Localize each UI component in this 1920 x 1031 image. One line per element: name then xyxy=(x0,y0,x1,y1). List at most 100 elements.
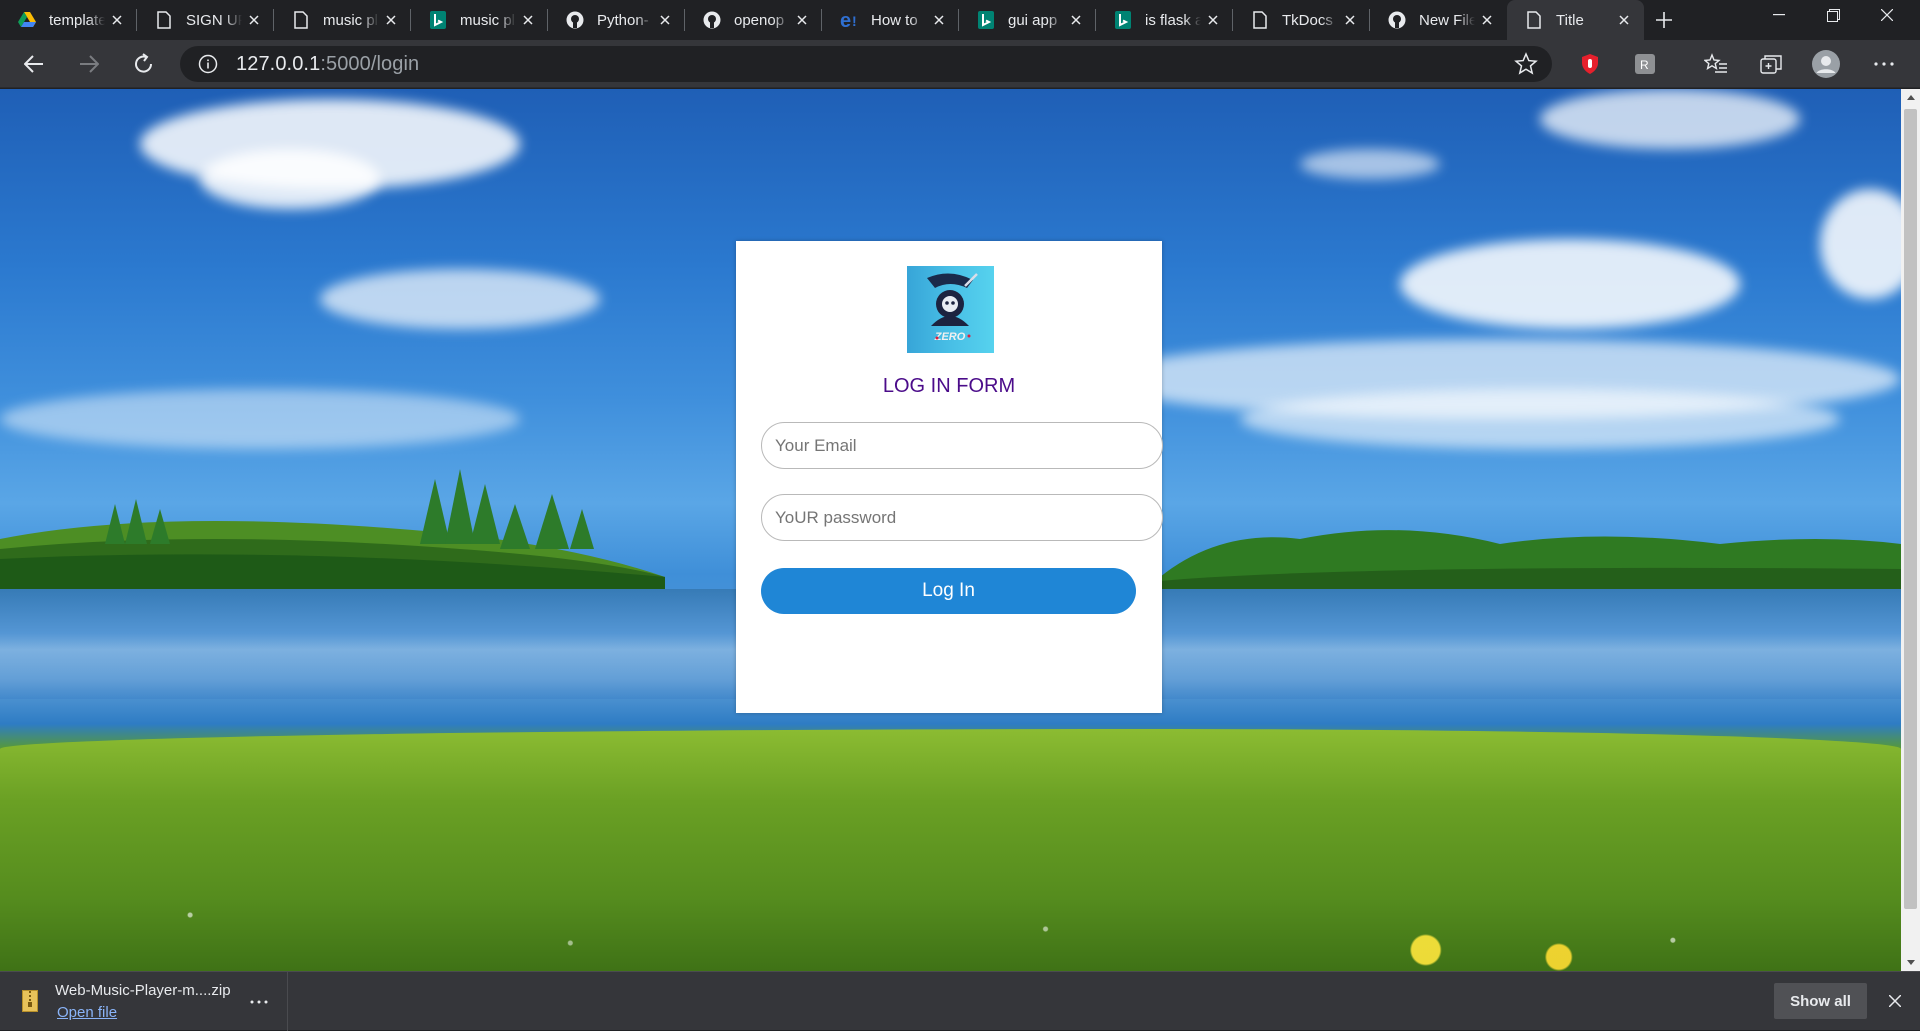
left-island xyxy=(0,469,665,589)
download-filename: Web-Music-Player-m....zip xyxy=(55,982,231,999)
page-icon xyxy=(155,11,173,29)
tab-4[interactable]: Python- xyxy=(548,0,685,40)
tab-title: music player xyxy=(460,11,516,29)
scrollbar-thumb[interactable] xyxy=(1904,109,1917,909)
page-icon xyxy=(1251,11,1269,29)
close-icon[interactable] xyxy=(105,8,129,32)
cloud xyxy=(1300,149,1440,179)
login-card: ZERO LOG IN FORM Log In xyxy=(736,241,1163,713)
form-title: LOG IN FORM xyxy=(882,375,1016,397)
back-button[interactable] xyxy=(18,48,50,80)
right-treeline xyxy=(1160,530,1901,589)
close-icon[interactable] xyxy=(1201,8,1225,32)
login-button[interactable]: Log In xyxy=(761,568,1136,614)
close-icon[interactable] xyxy=(1064,8,1088,32)
edge-icon: e! xyxy=(840,11,858,29)
page-scrollbar[interactable] xyxy=(1901,89,1920,971)
close-icon[interactable] xyxy=(379,8,403,32)
cloud xyxy=(1820,189,1901,299)
cloud xyxy=(200,149,380,209)
tab-0[interactable]: template xyxy=(0,0,137,40)
github-icon xyxy=(566,11,584,29)
close-icon[interactable] xyxy=(1338,8,1362,32)
browser-toolbar: 127.0.0.1:5000/login R xyxy=(0,40,1920,88)
cloud xyxy=(1400,239,1740,329)
google-drive-icon xyxy=(18,11,36,29)
email-field[interactable] xyxy=(761,422,1163,469)
tab-title: openop xyxy=(734,11,785,29)
tab-title: music player xyxy=(323,11,379,29)
logo: ZERO xyxy=(907,266,994,353)
cloud xyxy=(1540,89,1800,149)
github-icon xyxy=(703,11,721,29)
download-item[interactable]: Web-Music-Player-m....zip Open file xyxy=(0,972,288,1031)
show-all-button[interactable]: Show all xyxy=(1774,983,1867,1019)
tab-title: Python- xyxy=(597,11,649,29)
bookmark-star-icon[interactable] xyxy=(1514,52,1538,76)
restore-button[interactable] xyxy=(1802,0,1864,30)
tab-1[interactable]: SIGN UP xyxy=(137,0,274,40)
close-icon[interactable] xyxy=(516,8,540,32)
tab-active[interactable]: Title xyxy=(1507,0,1644,40)
minimize-button[interactable] xyxy=(1748,0,1810,30)
collections-icon[interactable] xyxy=(1755,48,1787,80)
close-window-button[interactable] xyxy=(1856,0,1918,30)
close-icon[interactable] xyxy=(790,8,814,32)
url-host: 127.0.0.1 xyxy=(236,52,321,75)
github-icon xyxy=(1388,11,1406,29)
tab-title: SIGN UP xyxy=(186,11,242,29)
bing-icon xyxy=(977,11,995,29)
profile-avatar[interactable] xyxy=(1810,48,1842,80)
svg-text:e: e xyxy=(840,11,851,29)
close-icon[interactable] xyxy=(927,8,951,32)
tab-8[interactable]: is flask a xyxy=(1096,0,1233,40)
bing-icon xyxy=(1114,11,1132,29)
refresh-button[interactable] xyxy=(128,48,160,80)
zip-file-icon xyxy=(22,990,38,1012)
scroll-up-arrow-icon[interactable] xyxy=(1901,89,1920,106)
tab-title: Title xyxy=(1556,11,1584,29)
page-icon xyxy=(1525,11,1543,29)
svg-text:R: R xyxy=(1640,58,1649,72)
extension-adblock-icon[interactable] xyxy=(1574,48,1606,80)
download-bar: Web-Music-Player-m....zip Open file Show… xyxy=(0,971,1920,1031)
close-icon[interactable] xyxy=(1475,8,1499,32)
tab-9[interactable]: TkDocs xyxy=(1233,0,1370,40)
tab-title: New File xyxy=(1419,11,1475,29)
password-field[interactable] xyxy=(761,494,1163,541)
tab-title: How to xyxy=(871,11,918,29)
page-icon xyxy=(292,11,310,29)
tab-10[interactable]: New File xyxy=(1370,0,1507,40)
url-text: 127.0.0.1:5000/login xyxy=(236,53,419,76)
cloud xyxy=(320,269,600,329)
address-bar[interactable]: 127.0.0.1:5000/login xyxy=(180,46,1552,82)
url-path: :5000/login xyxy=(320,52,420,75)
close-icon[interactable] xyxy=(1883,989,1907,1013)
tab-6[interactable]: e! How to xyxy=(822,0,959,40)
forward-button[interactable] xyxy=(73,48,105,80)
svg-text:!: ! xyxy=(852,13,857,29)
logo-text: ZERO xyxy=(934,331,966,343)
close-icon[interactable] xyxy=(1612,8,1636,32)
tab-title: TkDocs xyxy=(1282,11,1333,29)
tab-title: template xyxy=(49,11,105,29)
more-options-icon[interactable] xyxy=(247,990,271,1014)
open-file-link[interactable]: Open file xyxy=(57,1004,117,1021)
info-icon[interactable] xyxy=(198,54,218,74)
tab-2[interactable]: music player xyxy=(274,0,411,40)
tab-5[interactable]: openop xyxy=(685,0,822,40)
tab-strip: template SIGN UP music player music play… xyxy=(0,0,1920,40)
flowers xyxy=(0,831,1901,971)
tab-7[interactable]: gui app xyxy=(959,0,1096,40)
scroll-down-arrow-icon[interactable] xyxy=(1901,954,1920,971)
extension-generic-icon[interactable]: R xyxy=(1629,48,1661,80)
favorites-icon[interactable] xyxy=(1700,48,1732,80)
more-menu-icon[interactable] xyxy=(1868,48,1900,80)
new-tab-button[interactable] xyxy=(1644,0,1684,40)
close-icon[interactable] xyxy=(242,8,266,32)
page-background: ZERO LOG IN FORM Log In xyxy=(0,89,1901,971)
tab-title: gui app xyxy=(1008,11,1058,29)
close-icon[interactable] xyxy=(653,8,677,32)
cloud xyxy=(0,389,520,449)
tab-3[interactable]: music player xyxy=(411,0,548,40)
